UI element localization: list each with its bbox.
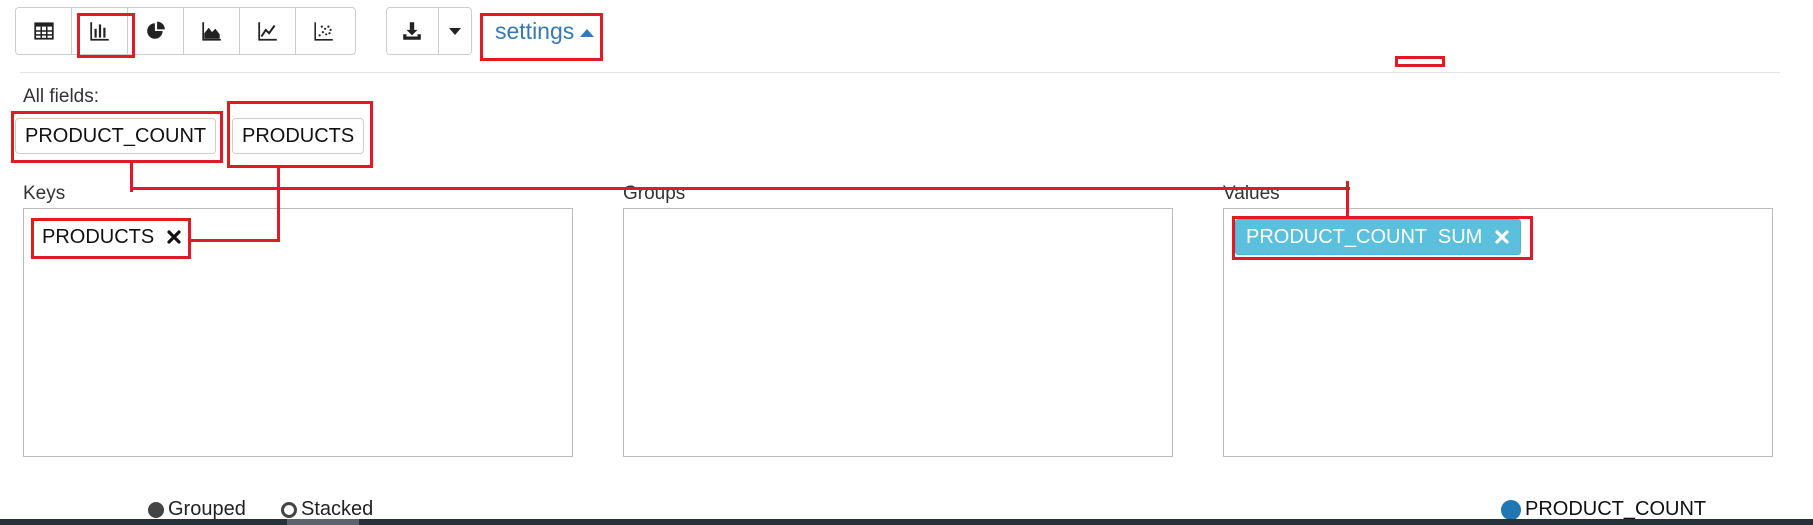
table-icon bbox=[33, 22, 54, 40]
annotation-box-value-chip bbox=[1232, 216, 1533, 260]
annotation-line bbox=[130, 187, 1350, 190]
annotation-line bbox=[189, 239, 280, 242]
all-fields-label: All fields: bbox=[23, 86, 100, 107]
line-chart-view-button[interactable] bbox=[240, 8, 296, 54]
horizontal-scrollbar[interactable] bbox=[0, 519, 1813, 525]
annotation-box-products bbox=[227, 101, 373, 168]
radio-unselected-icon bbox=[281, 501, 297, 518]
annotation-box-bar-chart bbox=[77, 13, 135, 58]
annotation-box-key-chip bbox=[31, 218, 191, 259]
chart-legend[interactable]: PRODUCT_COUNT bbox=[1501, 498, 1706, 521]
grouped-radio[interactable]: Grouped bbox=[148, 498, 246, 521]
settings-divider bbox=[20, 72, 1780, 73]
table-view-button[interactable] bbox=[16, 8, 72, 54]
scatter-chart-icon bbox=[314, 22, 333, 41]
caret-down-icon bbox=[448, 27, 461, 35]
legend-swatch bbox=[1501, 499, 1521, 520]
area-chart-icon bbox=[201, 22, 221, 41]
area-chart-view-button[interactable] bbox=[184, 8, 240, 54]
download-button-group bbox=[386, 7, 472, 55]
stacked-radio[interactable]: Stacked bbox=[281, 498, 373, 521]
download-icon bbox=[403, 22, 422, 40]
legend-label: PRODUCT_COUNT bbox=[1525, 498, 1707, 520]
grouped-label: Grouped bbox=[168, 498, 246, 520]
annotation-line bbox=[1346, 181, 1349, 218]
pie-chart-icon bbox=[146, 21, 165, 39]
annotation-line bbox=[277, 168, 280, 242]
annotation-box-product-count bbox=[11, 111, 223, 163]
radio-selected-icon bbox=[148, 501, 164, 518]
download-button[interactable] bbox=[387, 8, 439, 54]
annotation-box-settings bbox=[480, 13, 603, 61]
keys-label: Keys bbox=[23, 183, 66, 204]
annotation-box-small bbox=[1395, 56, 1445, 67]
scrollbar-thumb[interactable] bbox=[287, 519, 359, 525]
chart-type-button-group bbox=[15, 7, 356, 55]
download-options-dropdown[interactable] bbox=[438, 8, 471, 54]
line-chart-icon bbox=[257, 22, 277, 41]
scatter-chart-view-button[interactable] bbox=[296, 8, 352, 54]
pie-chart-view-button[interactable] bbox=[128, 8, 184, 54]
stacked-label: Stacked bbox=[301, 498, 374, 520]
groups-drop-zone[interactable] bbox=[623, 208, 1173, 457]
